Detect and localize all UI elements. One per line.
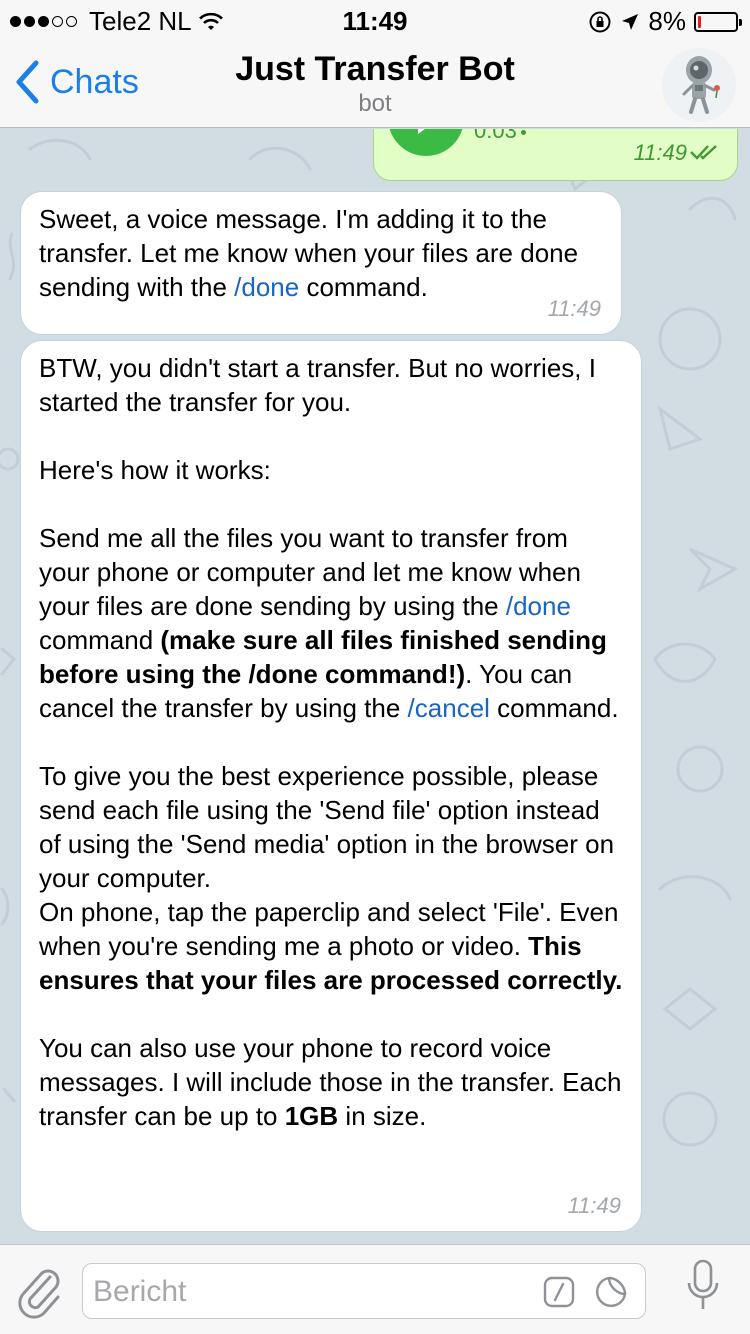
command-link[interactable]: /done — [234, 272, 299, 302]
microphone-icon[interactable] — [686, 1259, 720, 1317]
avatar[interactable] — [662, 48, 736, 122]
text-segment: command. To give you the best experience… — [39, 693, 619, 961]
voice-duration-text: 0:03 — [474, 129, 517, 143]
voice-duration: 0:03 — [474, 129, 526, 144]
voice-message-bubble[interactable]: 0:03 11:49 — [373, 129, 738, 181]
message-time: 11:49 — [567, 1193, 621, 1218]
sticker-icon[interactable] — [595, 1276, 627, 1308]
play-icon — [418, 129, 425, 134]
text-segment: BTW, you didn't start a transfer. But no… — [39, 353, 596, 621]
message-input[interactable] — [93, 1274, 523, 1310]
battery-level — [698, 15, 701, 28]
status-bar: Tele2 NL 11:49 8% — [0, 0, 750, 40]
incoming-message-bubble[interactable]: Sweet, a voice message. I'm adding it to… — [20, 191, 622, 335]
message-composer — [0, 1244, 750, 1334]
message-text: BTW, you didn't start a transfer. But no… — [39, 351, 623, 1133]
bot-command-icon[interactable] — [543, 1276, 575, 1308]
message-field[interactable] — [82, 1263, 646, 1319]
message-time: 11:49 — [547, 296, 601, 321]
nav-bar: Chats Just Transfer Bot bot — [0, 40, 750, 128]
rotation-lock-icon — [589, 11, 611, 32]
chat-history[interactable]: 0:03 11:49 Sweet, a voice message. I'm a… — [0, 129, 750, 1244]
message-time: 11:49 — [633, 140, 687, 165]
battery-percent: 8% — [648, 6, 686, 36]
incoming-message-bubble[interactable]: BTW, you didn't start a transfer. But no… — [20, 340, 642, 1232]
text-segment: command. — [299, 272, 428, 302]
paperclip-icon[interactable] — [16, 1263, 62, 1319]
text-segment: in size. — [338, 1101, 427, 1131]
battery-icon — [694, 11, 742, 32]
status-bar-right: 8% — [588, 6, 742, 37]
location-arrow-icon — [622, 13, 639, 30]
command-link[interactable]: /done — [506, 591, 571, 621]
chat-subtitle: bot — [358, 90, 392, 117]
unplayed-dot — [520, 129, 526, 135]
message-text: Sweet, a voice message. I'm adding it to… — [39, 202, 603, 304]
command-link[interactable]: /cancel — [408, 693, 490, 723]
bold-text: 1GB — [284, 1101, 339, 1131]
double-check-icon — [690, 145, 717, 160]
play-button[interactable] — [388, 129, 464, 156]
robot-avatar-icon — [662, 48, 736, 122]
chat-title[interactable]: Just Transfer Bot — [0, 50, 750, 89]
